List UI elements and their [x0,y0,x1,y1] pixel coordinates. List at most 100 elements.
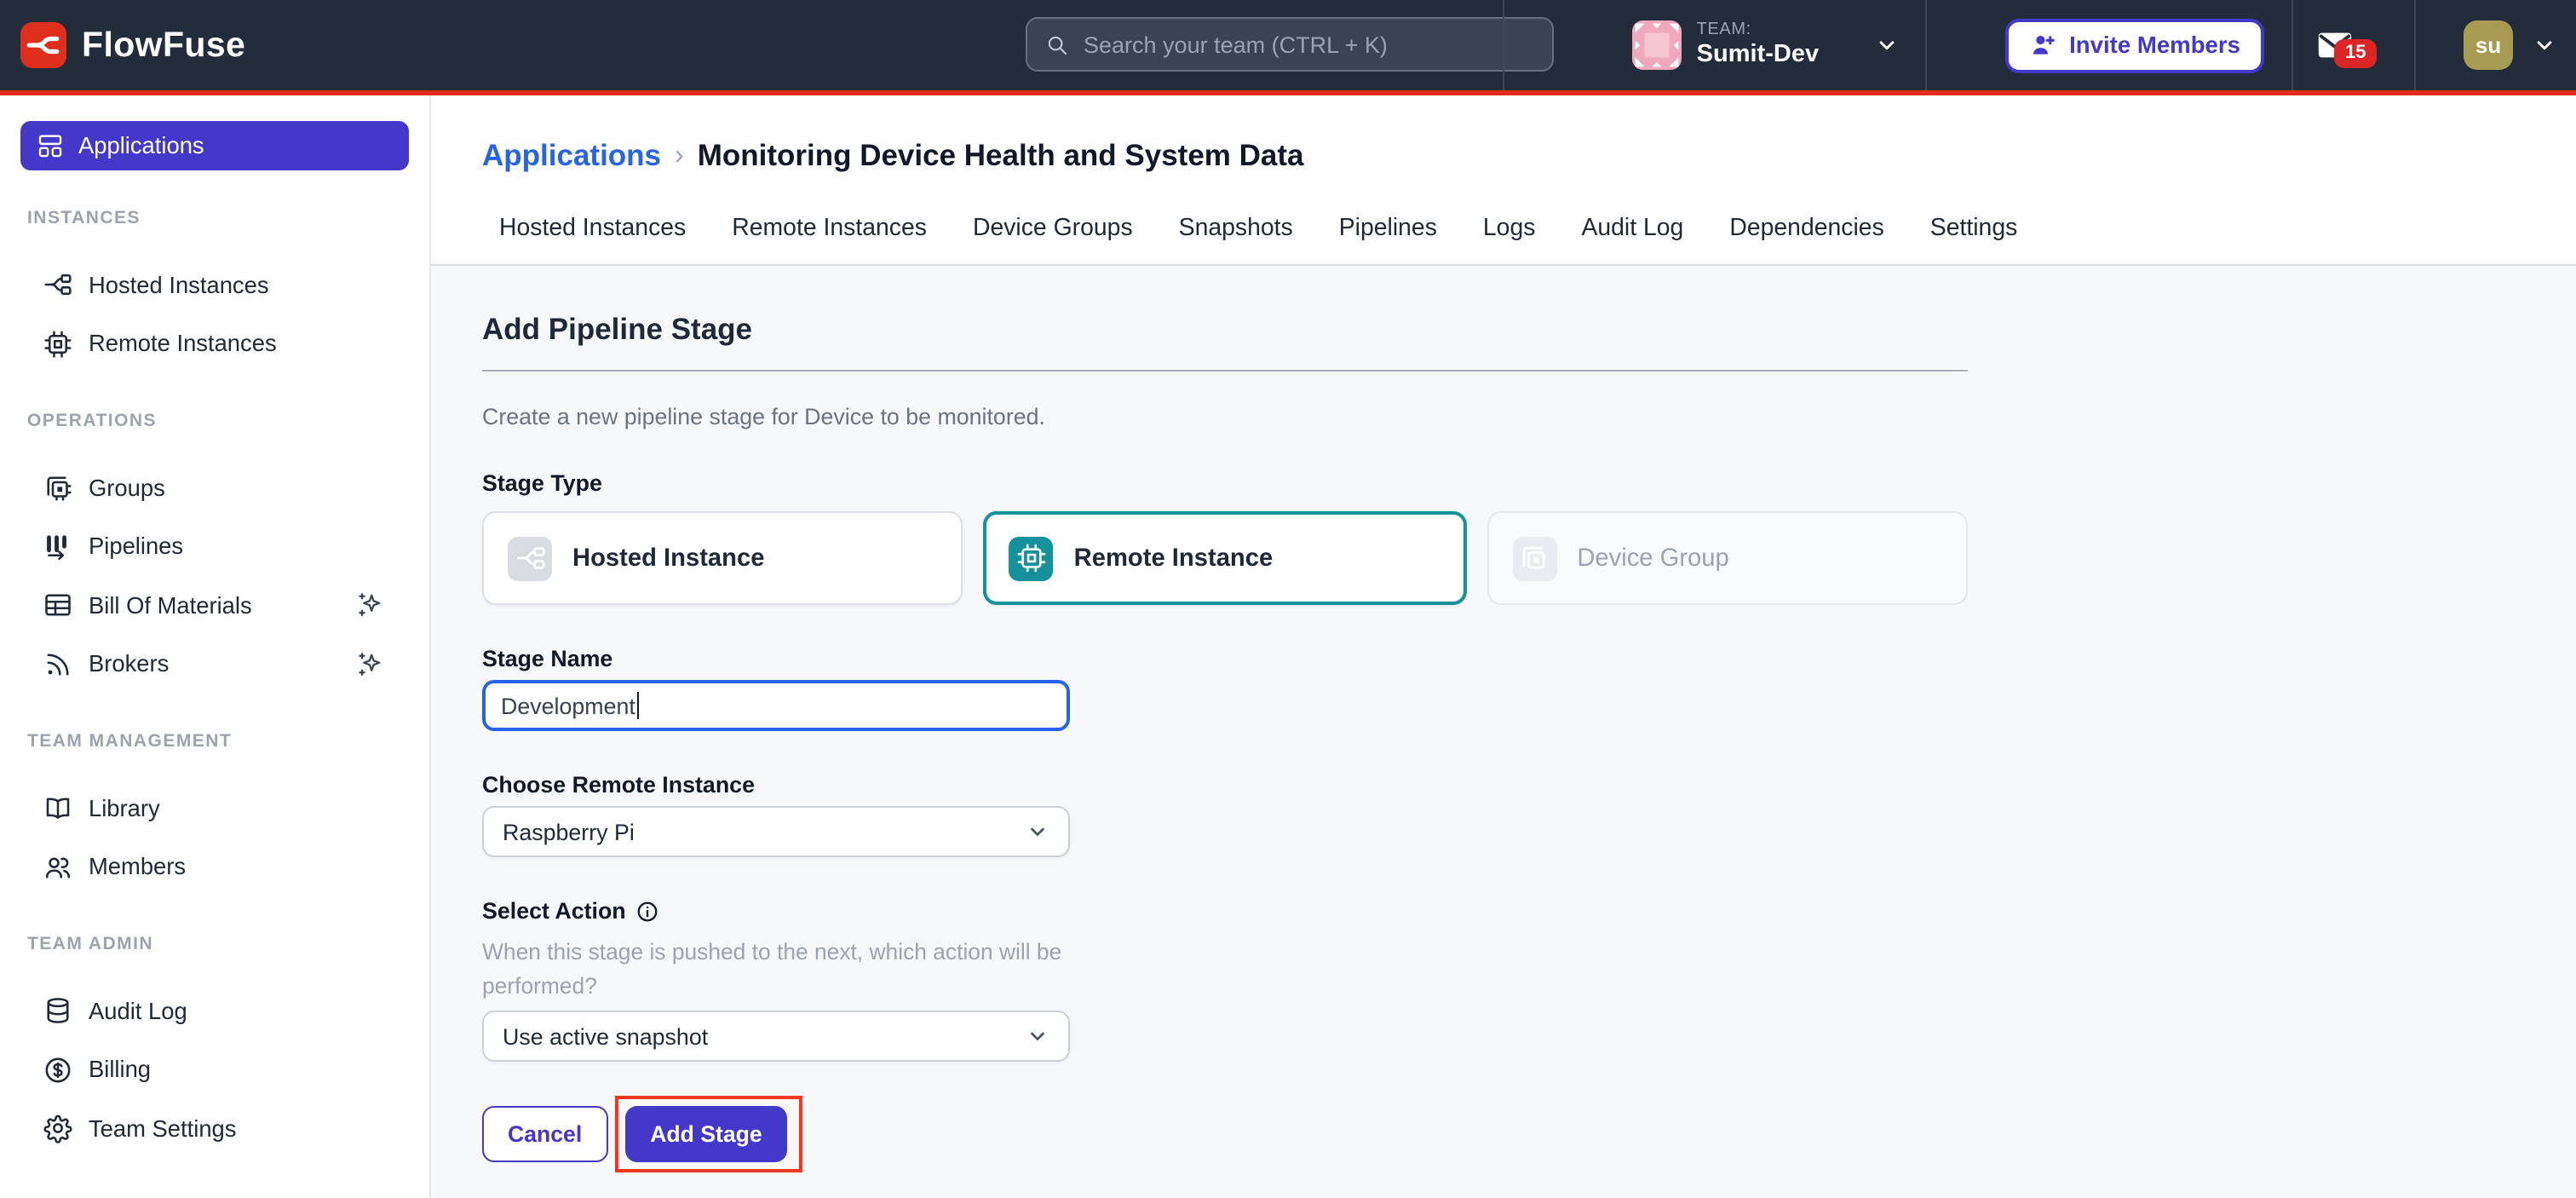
option-label: Device Group [1577,544,1728,572]
team-search [1026,17,1554,72]
sidebar-item-billing[interactable]: Billing [0,1040,429,1099]
section-title: TEAM MANAGEMENT [27,731,429,752]
invite-members-button[interactable]: Invite Members [2004,18,2264,72]
book-icon [43,793,73,824]
chevron-down-icon [1873,32,1899,58]
tab-dependencies[interactable]: Dependencies [1729,215,1883,242]
divider [2414,0,2416,90]
action-select[interactable]: Use active snapshot [482,1011,1070,1062]
sidebar-item-library[interactable]: Library [0,779,429,838]
app-window: FlowFuse [0,0,2576,1198]
sparkles-icon [354,649,385,680]
sidebar-item-label: Audit Log [89,999,187,1024]
stage-name-value: Development [501,693,635,718]
users-icon [43,852,73,883]
divider [2291,0,2293,90]
stage-type-hosted-instance[interactable]: Hosted Instance [482,511,963,605]
sidebar-item-applications[interactable]: Applications [20,121,409,170]
select-action-label: Select Action [482,898,1968,924]
sidebar-item-pipelines[interactable]: Pipelines [0,517,429,576]
stage-name-input[interactable]: Development [482,680,1070,731]
selected-value: Raspberry Pi [503,819,635,844]
tab-pipelines[interactable]: Pipelines [1339,215,1437,242]
remote-instance-select[interactable]: Raspberry Pi [482,806,1070,857]
navbar-right: TEAM: Sumit-Dev Invite Members [1503,0,2576,90]
sidebar-item-label: Members [89,855,186,880]
section-title: TEAM ADMIN [27,934,429,954]
sidebar-item-members[interactable]: Members [0,838,429,896]
sidebar-item-team-settings[interactable]: Team Settings [0,1099,429,1158]
tab-snapshots[interactable]: Snapshots [1179,215,1293,242]
user-menu[interactable]: su [2464,20,2557,70]
sidebar-item-hosted-instances[interactable]: Hosted Instances [0,256,429,314]
sidebar-item-label: Billing [89,1057,151,1083]
tab-bar: Hosted Instances Remote Instances Device… [482,215,2576,264]
sidebar-item-label: Applications [78,133,204,158]
divider [1503,0,1504,90]
device-group-icon [43,473,73,504]
cancel-button[interactable]: Cancel [482,1106,607,1162]
sidebar-item-remote-instances[interactable]: Remote Instances [0,314,429,373]
tab-settings[interactable]: Settings [1930,215,2018,242]
tab-hosted-instances[interactable]: Hosted Instances [499,215,686,242]
text-caret [637,692,640,719]
stage-type-remote-instance[interactable]: Remote Instance [984,511,1467,605]
team-labels: TEAM: Sumit-Dev [1697,21,1819,69]
add-stage-button[interactable]: Add Stage [624,1106,788,1162]
divider [482,370,1968,371]
tab-audit-log[interactable]: Audit Log [1581,215,1683,242]
stage-name-label: Stage Name [482,646,1968,671]
sidebar-item-bill-of-materials[interactable]: Bill Of Materials [0,576,429,635]
sidebar-item-label: Pipelines [89,534,183,560]
pipe-fork-icon [508,536,552,580]
sidebar-item-label: Groups [89,475,165,501]
chip-icon [1009,536,1054,580]
option-label: Remote Instance [1074,544,1274,572]
selected-value: Use active snapshot [503,1023,708,1049]
form-description: Create a new pipeline stage for Device t… [482,404,1968,429]
chevron-down-icon [1026,820,1049,844]
tab-remote-instances[interactable]: Remote Instances [732,215,927,242]
remote-instance-label: Choose Remote Instance [482,772,1968,798]
breadcrumb: Applications › Monitoring Device Health … [482,138,2576,174]
rss-icon [43,649,73,680]
section-title: OPERATIONS [27,411,429,431]
notifications-button[interactable]: 15 [2315,0,2377,90]
tab-device-groups[interactable]: Device Groups [973,215,1133,242]
add-pipeline-stage-form: Add Pipeline Stage Create a new pipeline… [431,266,2576,1172]
option-label: Hosted Instance [572,544,764,572]
sidebar-section-team-admin: TEAM ADMIN Audit Log [0,934,429,1158]
chevron-down-icon [2532,32,2557,58]
breadcrumb-applications-link[interactable]: Applications [482,138,661,174]
breadcrumb-separator: › [675,141,684,171]
team-label: TEAM: [1697,21,1819,41]
info-icon[interactable] [636,899,660,923]
brand-name: FlowFuse [82,25,245,66]
sidebar-item-groups[interactable]: Groups [0,458,429,517]
chevron-down-icon [1026,1024,1049,1048]
database-icon [43,996,73,1027]
sidebar-item-brokers[interactable]: Brokers [0,635,429,694]
tab-logs[interactable]: Logs [1483,215,1536,242]
dollar-icon [43,1055,73,1086]
sidebar-section-instances: INSTANCES Hosted Instances [0,208,429,373]
top-navbar: FlowFuse [0,0,2576,95]
divider [1924,0,1926,90]
applications-icon [36,131,65,160]
brand[interactable]: FlowFuse [0,22,245,68]
sidebar-item-label: Library [89,796,160,821]
sidebar-item-audit-log[interactable]: Audit Log [0,982,429,1040]
team-picker[interactable]: TEAM: Sumit-Dev [1632,20,1899,70]
sidebar-section-operations: OPERATIONS Groups [0,411,429,694]
sidebar-item-label: Team Settings [89,1116,236,1142]
user-avatar: su [2464,20,2513,70]
main-header: Applications › Monitoring Device Health … [431,95,2576,266]
stage-type-label: Stage Type [482,470,1968,496]
sidebar-item-label: Remote Instances [89,331,277,357]
search-icon [1044,32,1070,57]
search-input[interactable] [1084,32,1535,57]
pipelines-icon [43,532,73,562]
page-title: Monitoring Device Health and System Data [698,138,1304,174]
team-avatar [1632,20,1682,70]
device-group-icon [1512,536,1556,580]
